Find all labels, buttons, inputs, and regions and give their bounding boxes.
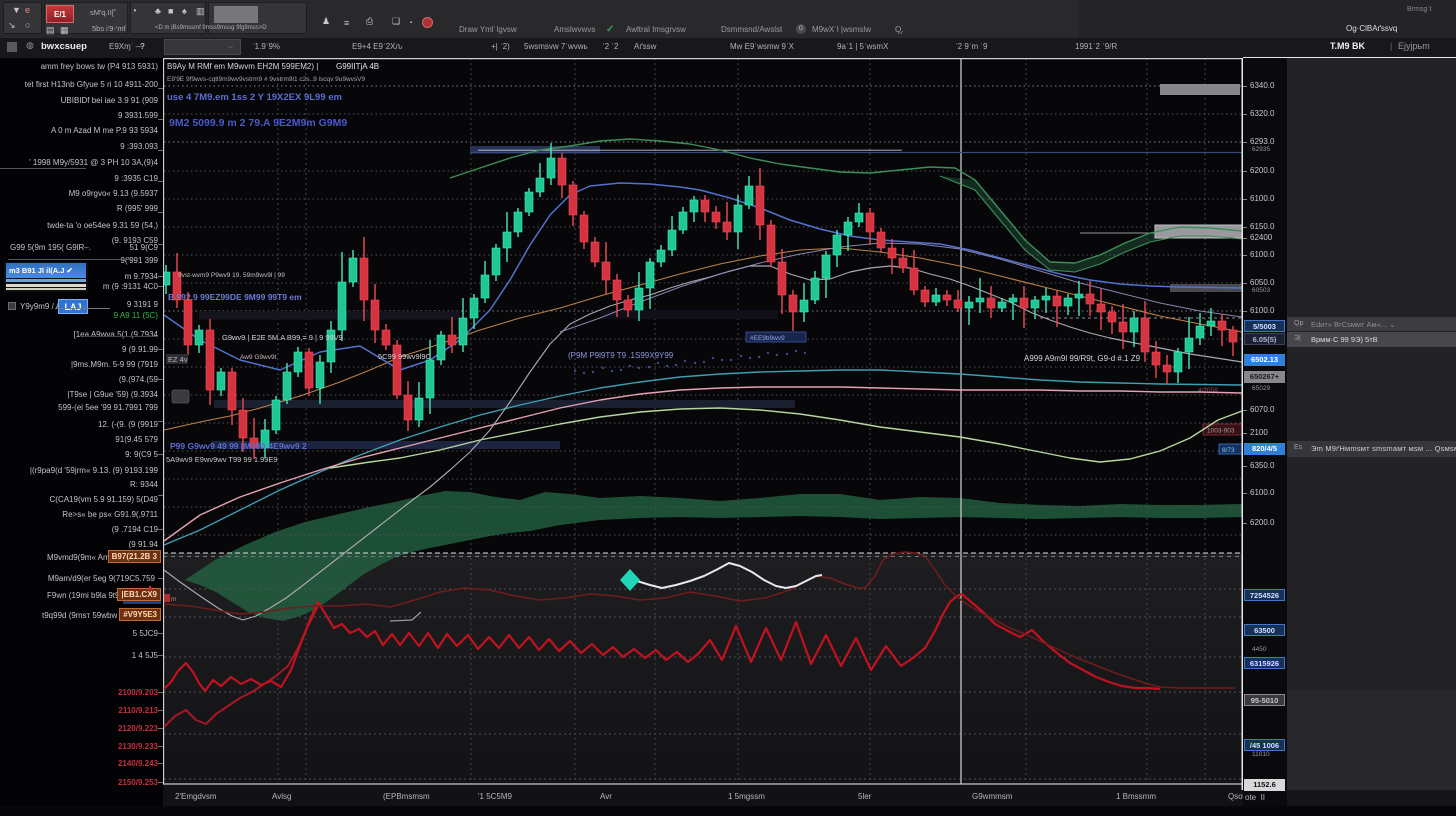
svg-text:9M2 5099.9 m 2 79.A 9E2M9m G9M: 9M2 5099.9 m 2 79.A 9E2M9m G9M9 [169,117,347,129]
svg-text:1 Bmssmm: 1 Bmssmm [1116,792,1156,801]
svg-text:9vst-wvm9 P9wv9 19. 59m9wv9l |: 9vst-wvm9 P9wv9 19. 59m9wv9l | 99 [178,272,285,279]
svg-text:5ler: 5ler [858,792,872,801]
svg-text:1003-903: 1003-903 [1207,428,1235,435]
svg-text:P99 G9wv9 49 99 [M99A 4E9wv9 2: P99 G9wv9 49 99 [M99A 4E9wv9 2 [170,441,307,451]
svg-text:Aw9 G9wv9t: Aw9 G9wv9t [240,354,277,361]
svg-text:m: m [171,596,176,603]
svg-text:(EPBmsmsm: (EPBmsmsm [383,792,430,801]
svg-text:2'Emgdvsm: 2'Emgdvsm [175,792,217,801]
svg-text:Avlsg: Avlsg [272,792,291,801]
svg-text:A999 A9m9l 99/R9t, G9-d #.1 Z9: A999 A9m9l 99/R9t, G9-d #.1 Z9 [1024,354,1141,363]
svg-text:5C99 99wv9l9C: 5C99 99wv9l9C [378,352,432,361]
svg-text:1 5mgssm: 1 5mgssm [728,792,765,801]
svg-text:#EE9b9wv9: #EE9b9wv9 [750,335,785,342]
svg-text:(P9M P9l9T9 T9 .1S99X9Y99: (P9M P9l9T9 T9 .1S99X9Y99 [568,351,674,360]
svg-text:B9Ay M RMf em M9wvm EH2M 599EM: B9Ay M RMf em M9wvm EH2M 599EM2) | [167,62,318,71]
svg-text:G99IITjA 4B: G99IITjA 4B [336,62,379,71]
svg-text:use 4 7M9.em 1ss 2 Y 19X2EX 9L: use 4 7M9.em 1ss 2 Y 19X2EX 9L99 em [167,92,342,103]
svg-text:'1 5C5M9: '1 5C5M9 [478,792,513,801]
svg-text:8/73: 8/73 [1222,447,1235,454]
svg-text:E9'9E 9f9wvs-cqtl9m9wv9vstrm9: E9'9E 9f9wvs-cqtl9m9wv9vstrm9 # 9vstrm9l… [167,76,366,83]
svg-text:B 992.9 99EZ99DE 9M99 99T9 em: B 992.9 99EZ99DE 9M99 99T9 em [168,292,302,302]
svg-text:G9wmmsm: G9wmmsm [972,792,1013,801]
svg-text:EZ 4v: EZ 4v [168,355,188,364]
svg-text:G9wv9 | E2E 5M.A B99,= 9 | 9 9: G9wv9 | E2E 5M.A B99,= 9 | 9 99V9 [222,333,343,342]
svg-text:Avr: Avr [600,792,612,801]
svg-text:5A9wv9 E9wv9wv T99 99 1.99E9: 5A9wv9 E9wv9wv T99 99 1.99E9 [166,455,278,464]
